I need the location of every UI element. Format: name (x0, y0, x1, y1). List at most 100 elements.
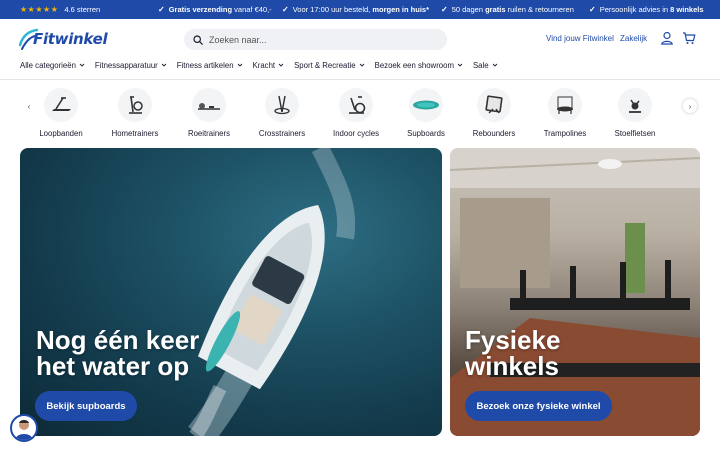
category-thumb (192, 88, 226, 122)
usp-returns: ✓ 50 dagen gratis ruilen & retourneren (441, 0, 574, 19)
rating[interactable]: ★★★★★ 4.6 sterren (20, 0, 100, 19)
category-indoor-cycles[interactable]: Indoor cycles (321, 88, 391, 142)
search-bar[interactable] (184, 29, 447, 50)
rating-stars-icon: ★★★★★ (20, 5, 59, 14)
banner-supboards[interactable]: Nog één keer het water op Bekijk supboar… (20, 148, 442, 436)
category-label: Supboards (407, 129, 445, 138)
rebounder-icon (485, 95, 503, 114)
category-rebounders[interactable]: Rebounders (459, 88, 529, 142)
nav-label: Sale (472, 60, 489, 70)
carousel-next-button[interactable]: › (683, 99, 697, 113)
crosstrainer-icon (274, 95, 290, 115)
chevron-down-icon (79, 63, 85, 67)
usp-bold: morgen in huis* (372, 5, 430, 14)
chevron-right-icon: › (688, 101, 692, 111)
category-loopbanden[interactable]: Loopbanden (26, 88, 96, 142)
category-thumb (477, 88, 511, 122)
category-thumb (409, 88, 443, 122)
category-label: Trampolines (543, 129, 587, 138)
category-hometrainers[interactable]: Hometrainers (100, 88, 170, 142)
usp-bold: Gratis verzending (168, 5, 233, 14)
usp-advice: ✓ Persoonlijk advies in 8 winkels (589, 0, 704, 19)
chevron-down-icon (237, 63, 242, 67)
nav-label: Sport & Recreatie (294, 60, 356, 70)
category-thumb (118, 88, 152, 122)
usp-bold: 8 winkels (670, 5, 704, 14)
category-thumb (339, 88, 373, 122)
usp-text: vanaf €40,- (232, 5, 272, 14)
category-crosstrainers[interactable]: Crosstrainers (247, 88, 317, 142)
check-icon: ✓ (282, 5, 289, 14)
category-label: Rebounders (472, 129, 516, 138)
category-stoelfietsen[interactable]: Stoelfietsen (600, 88, 670, 142)
category-thumb (265, 88, 299, 122)
header-divider (0, 79, 720, 80)
category-label: Loopbanden (39, 129, 83, 138)
chevron-down-icon (359, 63, 364, 67)
main-nav: Alle categorieën Fitnessapparatuur Fitne… (20, 59, 498, 71)
banner-title: Nog één keer het water op (36, 327, 199, 379)
chevron-down-icon (278, 63, 284, 67)
supboard-icon (413, 100, 439, 110)
category-supboards[interactable]: Supboards (391, 88, 461, 142)
check-icon: ✓ (589, 5, 596, 14)
account-icon[interactable] (660, 31, 674, 45)
category-thumb (618, 88, 652, 122)
category-label: Roeitrainers (187, 129, 231, 138)
category-label: Crosstrainers (258, 129, 306, 138)
usp-text: ruilen & retourneren (505, 5, 574, 14)
category-roeitrainers[interactable]: Roeitrainers (174, 88, 244, 142)
nav-item-showroom[interactable]: Bezoek een showroom (375, 59, 463, 71)
avatar-icon (15, 420, 33, 440)
exercise-bike-icon (129, 96, 143, 114)
store-finder-link[interactable]: Vind jouw Fitwinkel (546, 34, 614, 43)
business-link[interactable]: Zakelijk (620, 34, 647, 43)
category-label: Indoor cycles (333, 129, 379, 138)
rating-text: 4.6 sterren (64, 5, 101, 14)
usp-bar: ★★★★★ 4.6 sterren ✓ Gratis verzending va… (0, 0, 720, 19)
nav-label: Fitnessapparatuur (94, 60, 158, 70)
nav-item-sale[interactable]: Sale (473, 59, 498, 71)
banner-title-line: winkels (465, 351, 559, 381)
indoor-cycle-icon (349, 96, 366, 114)
nav-item-fitnessapparatuur[interactable]: Fitnessapparatuur (95, 59, 167, 71)
nav-label: Bezoek een showroom (374, 60, 454, 70)
nav-item-fitness-artikelen[interactable]: Fitness artikelen (177, 59, 243, 71)
nav-item-all-categories[interactable]: Alle categorieën (20, 59, 85, 71)
banner-stores[interactable]: Fysieke winkels Bezoek onze fysieke wink… (450, 148, 700, 436)
usp-delivery: ✓ Voor 17:00 uur besteld, morgen in huis… (282, 0, 429, 19)
nav-label: Fitness artikelen (176, 60, 234, 70)
category-label: Stoelfietsen (614, 129, 656, 138)
banner-title: Fysieke winkels (465, 327, 560, 379)
search-input[interactable] (209, 34, 429, 45)
chevron-down-icon (457, 63, 463, 67)
check-icon: ✓ (158, 5, 165, 14)
chevron-down-icon (161, 63, 167, 67)
logo-text: Fitwinkel (33, 30, 108, 48)
category-label: Hometrainers (111, 129, 159, 138)
treadmill-icon (52, 97, 71, 111)
cart-icon[interactable] (682, 31, 696, 45)
banner-title-line: Nog één keer (36, 325, 200, 355)
category-trampolines[interactable]: Trampolines (530, 88, 600, 142)
banner-title-line: het water op (36, 351, 190, 381)
chat-avatar-button[interactable] (10, 414, 38, 442)
nav-item-kracht[interactable]: Kracht (253, 59, 285, 71)
visit-stores-button[interactable]: Bezoek onze fysieke winkel (465, 391, 612, 421)
nav-label: Alle categorieën (20, 60, 76, 70)
check-icon: ✓ (441, 5, 448, 14)
rowing-machine-icon (198, 103, 220, 110)
usp-text: 50 dagen (451, 5, 486, 14)
banner-title-line: Fysieke (465, 325, 561, 355)
usp-text: Voor 17:00 uur besteld, (292, 5, 373, 14)
category-thumb (548, 88, 582, 122)
usp-bold: gratis (485, 5, 506, 14)
usp-text: Persoonlijk advies in (599, 5, 671, 14)
usp-shipping: ✓ Gratis verzending vanaf €40,- (158, 0, 272, 19)
category-thumb (44, 88, 78, 122)
nav-item-sport-recreatie[interactable]: Sport & Recreatie (294, 59, 365, 71)
fitwinkel-logo[interactable]: Fitwinkel (18, 27, 108, 53)
trampoline-icon (557, 96, 573, 114)
view-supboards-button[interactable]: Bekijk supboards (35, 391, 137, 421)
nav-label: Kracht (252, 60, 276, 70)
